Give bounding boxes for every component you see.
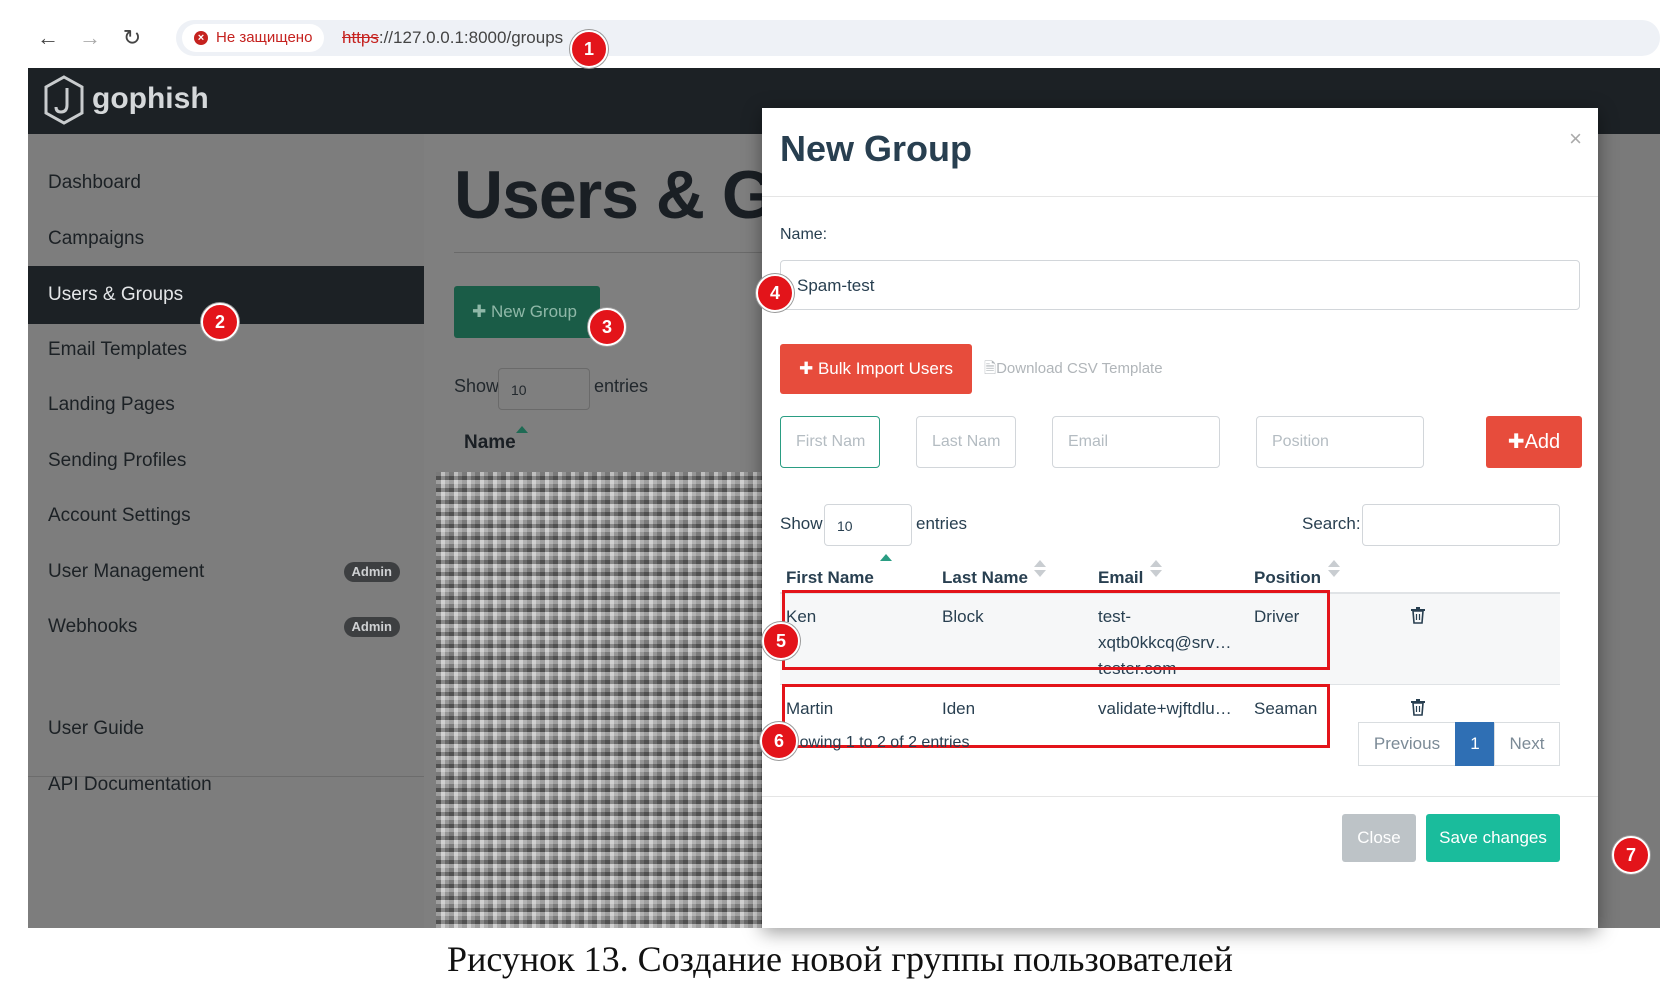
new-group-button[interactable]: ✚ New Group (454, 286, 600, 338)
add-user-button[interactable]: ✚Add (1486, 416, 1582, 468)
sidebar-item-campaigns[interactable]: Campaigns (28, 210, 424, 268)
first-name-input[interactable]: First Nam (780, 416, 880, 468)
pagination-page-1[interactable]: 1 (1455, 722, 1495, 766)
not-secure-icon: × (194, 31, 208, 45)
security-label: Не защищено (216, 29, 313, 46)
showing-info: Showing 1 to 2 of 2 entries (780, 734, 970, 751)
address-bar[interactable]: × Не защищено https://127.0.0.1:8000/gro… (176, 20, 1660, 56)
security-chip[interactable]: × Не защищено (182, 24, 325, 52)
name-label: Name: (780, 226, 828, 243)
sort-icon (1034, 560, 1046, 578)
last-name-input[interactable]: Last Nam (916, 416, 1016, 468)
column-header-name[interactable]: Name (464, 432, 516, 454)
file-icon: 🗎 (984, 360, 997, 377)
url-text[interactable]: https://127.0.0.1:8000/groups (342, 20, 563, 56)
group-name-input[interactable]: Spam-test (780, 260, 1580, 310)
email-input[interactable]: Email (1052, 416, 1220, 468)
admin-badge: Admin (343, 562, 400, 582)
entries-select[interactable]: 10 (824, 504, 912, 546)
pagination-next[interactable]: Next (1494, 722, 1560, 766)
bulk-import-button[interactable]: ✚ Bulk Import Users (780, 344, 972, 394)
position-input[interactable]: Position (1256, 416, 1424, 468)
title-divider (454, 252, 794, 253)
page-title: Users & G (454, 157, 775, 233)
column-header-email[interactable]: Email (1098, 568, 1143, 588)
plus-icon: ✚ (1507, 431, 1525, 453)
modal-header-divider (762, 196, 1598, 197)
sort-icon (1328, 560, 1340, 578)
step-marker: 3 (588, 308, 626, 346)
figure-caption: Рисунок 13. Создание новой группы пользо… (447, 939, 1233, 979)
sidebar-item-user-management[interactable]: User Management Admin (28, 543, 424, 601)
step-marker: 1 (570, 30, 608, 68)
modal-footer-divider (762, 796, 1598, 797)
sidebar: Dashboard Campaigns Users & Groups Email… (28, 134, 424, 928)
logo-text[interactable]: gophish (92, 82, 209, 116)
column-header-first-name[interactable]: First Name (786, 568, 874, 588)
reload-icon[interactable]: ↻ (118, 24, 146, 52)
sidebar-item-account-settings[interactable]: Account Settings (28, 487, 424, 545)
sidebar-item-webhooks[interactable]: Webhooks Admin (28, 598, 424, 656)
sidebar-item-api-documentation[interactable]: API Documentation (28, 756, 424, 814)
plus-icon: ✚ (472, 302, 491, 321)
sidebar-item-user-guide[interactable]: User Guide (28, 700, 424, 758)
save-changes-button[interactable]: Save changes (1426, 814, 1560, 862)
sidebar-item-landing-pages[interactable]: Landing Pages (28, 376, 424, 434)
close-icon[interactable]: × (1569, 126, 1582, 152)
close-button[interactable]: Close (1342, 814, 1416, 862)
step-marker: 6 (760, 722, 798, 760)
show-label: Show (780, 514, 823, 533)
entries-label: entries (594, 376, 649, 396)
browser-toolbar: ← → ↻ × Не защищено https://127.0.0.1:80… (28, 16, 1660, 60)
new-group-modal: New Group × Name: Spam-test ✚ Bulk Impor… (762, 108, 1598, 928)
modal-title: New Group (780, 128, 973, 169)
step-marker: 5 (762, 622, 800, 660)
entries-select[interactable]: 10 (498, 368, 590, 410)
step-marker: 7 (1612, 836, 1650, 874)
sidebar-item-sending-profiles[interactable]: Sending Profiles (28, 432, 424, 490)
step-marker: 2 (201, 303, 239, 341)
download-csv-link[interactable]: 🗎Download CSV Template (984, 358, 1163, 383)
admin-badge: Admin (343, 617, 400, 637)
entries-label: entries (916, 514, 968, 533)
column-header-last-name[interactable]: Last Name (942, 568, 1028, 588)
sort-asc-icon (516, 426, 528, 433)
back-icon[interactable]: ← (34, 24, 62, 52)
step-marker: 4 (756, 274, 794, 312)
search-label: Search: (1302, 514, 1361, 533)
pagination-previous[interactable]: Previous (1358, 722, 1456, 766)
search-input[interactable] (1362, 504, 1560, 546)
sidebar-item-dashboard[interactable]: Dashboard (28, 154, 424, 212)
forward-icon[interactable]: → (76, 24, 104, 52)
sort-icon (1150, 560, 1162, 578)
sort-asc-icon (880, 554, 892, 561)
column-header-position[interactable]: Position (1254, 568, 1321, 588)
show-label: Show (454, 376, 500, 396)
row-highlight-box (782, 590, 1330, 670)
plus-icon: ✚ (798, 359, 818, 378)
trash-icon[interactable] (1410, 606, 1426, 624)
trash-icon[interactable] (1410, 698, 1426, 716)
main-content: Users & G ✚ New Group Show 10 entries Na… (424, 134, 820, 928)
gophish-logo-icon (44, 75, 84, 125)
